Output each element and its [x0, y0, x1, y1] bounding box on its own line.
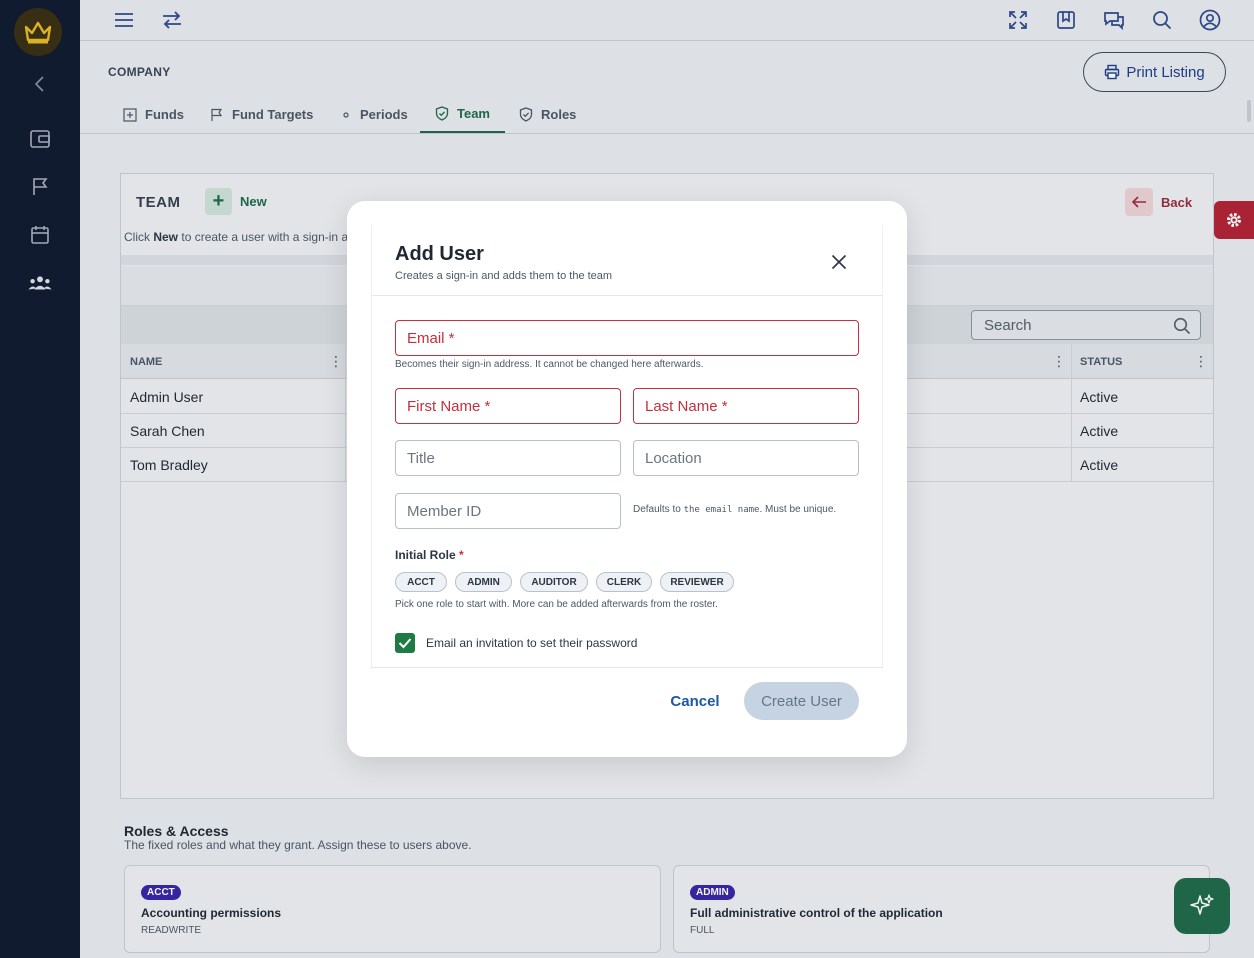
role-helper: Pick one role to start with. More can be… [395, 599, 718, 610]
role-chip-clerk[interactable]: CLERK [596, 572, 652, 592]
close-dialog-button[interactable] [826, 249, 852, 275]
title-field[interactable]: Title [395, 440, 621, 476]
role-chip-auditor[interactable]: AUDITOR [520, 572, 588, 592]
add-user-dialog [347, 201, 907, 757]
role-chip-reviewer[interactable]: REVIEWER [660, 572, 734, 592]
role-chip-admin[interactable]: ADMIN [455, 572, 512, 592]
invite-checkbox[interactable] [395, 633, 415, 653]
initial-role-label: Initial Role * [395, 548, 464, 562]
dialog-title: Add User [395, 243, 484, 265]
cancel-button[interactable]: Cancel [660, 690, 730, 712]
member-id-helper: Defaults to the email name. Must be uniq… [633, 504, 837, 515]
checkmark-icon [398, 638, 412, 649]
invite-label[interactable]: Email an invitation to set their passwor… [426, 636, 637, 650]
dialog-footer-divider [371, 667, 883, 668]
role-chip-acct[interactable]: ACCT [395, 572, 447, 592]
email-field[interactable]: Email * [395, 320, 859, 356]
location-field[interactable]: Location [633, 440, 859, 476]
dialog-header-divider [371, 295, 883, 296]
dialog-subtitle: Creates a sign-in and adds them to the t… [395, 270, 613, 282]
member-id-field[interactable]: Member ID [395, 493, 621, 529]
last-name-field[interactable]: Last Name * [633, 388, 859, 424]
email-helper: Becomes their sign-in address. It cannot… [395, 359, 704, 370]
create-user-button[interactable]: Create User [744, 682, 859, 720]
first-name-field[interactable]: First Name * [395, 388, 621, 424]
close-icon [831, 254, 847, 270]
